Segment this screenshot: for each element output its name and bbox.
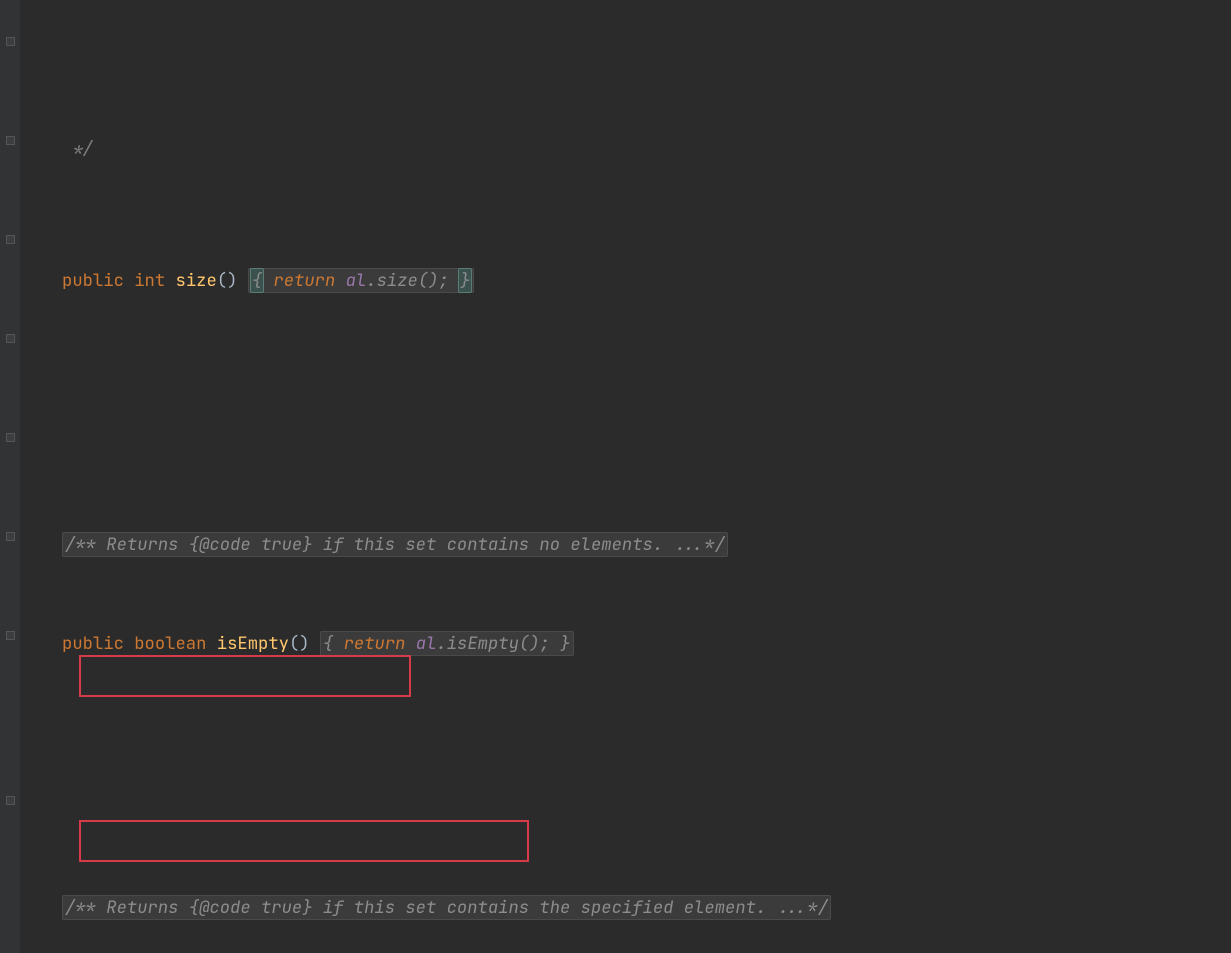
keyword: int <box>134 269 165 292</box>
fold-marker-icon[interactable] <box>6 631 15 640</box>
code-line: public int size() { return al.size(); } <box>62 264 1231 297</box>
highlight-box <box>79 655 411 697</box>
code-editor[interactable]: */ public int size() { return al.size();… <box>0 0 1231 953</box>
comment-text: */ <box>62 137 93 160</box>
keyword: public <box>62 269 124 292</box>
folded-body[interactable]: { return al.size(); } <box>248 268 475 293</box>
code-line: public boolean isEmpty() { return al.isE… <box>62 627 1231 660</box>
blank-line <box>62 759 1231 792</box>
folded-comment[interactable]: /** Returns {@code true} if this set con… <box>62 532 728 557</box>
keyword: public <box>62 632 124 655</box>
fold-marker-icon[interactable] <box>6 235 15 244</box>
fold-marker-icon[interactable] <box>6 532 15 541</box>
fold-marker-icon[interactable] <box>6 433 15 442</box>
code-line: */ <box>62 132 1231 165</box>
code-line: /** Returns {@code true} if this set con… <box>62 528 1231 561</box>
code-line: /** Returns {@code true} if this set con… <box>62 891 1231 924</box>
punct: () <box>217 269 238 292</box>
fold-marker-icon[interactable] <box>6 334 15 343</box>
keyword: boolean <box>134 632 206 655</box>
folded-comment[interactable]: /** Returns {@code true} if this set con… <box>62 895 831 920</box>
method-name: size <box>176 269 217 292</box>
fold-marker-icon[interactable] <box>6 37 15 46</box>
method-name: isEmpty <box>217 632 289 655</box>
fold-marker-icon[interactable] <box>6 136 15 145</box>
blank-line <box>62 396 1231 429</box>
highlight-box <box>79 820 529 862</box>
fold-marker-icon[interactable] <box>6 796 15 805</box>
folded-body[interactable]: { return al.isEmpty(); } <box>320 631 574 656</box>
